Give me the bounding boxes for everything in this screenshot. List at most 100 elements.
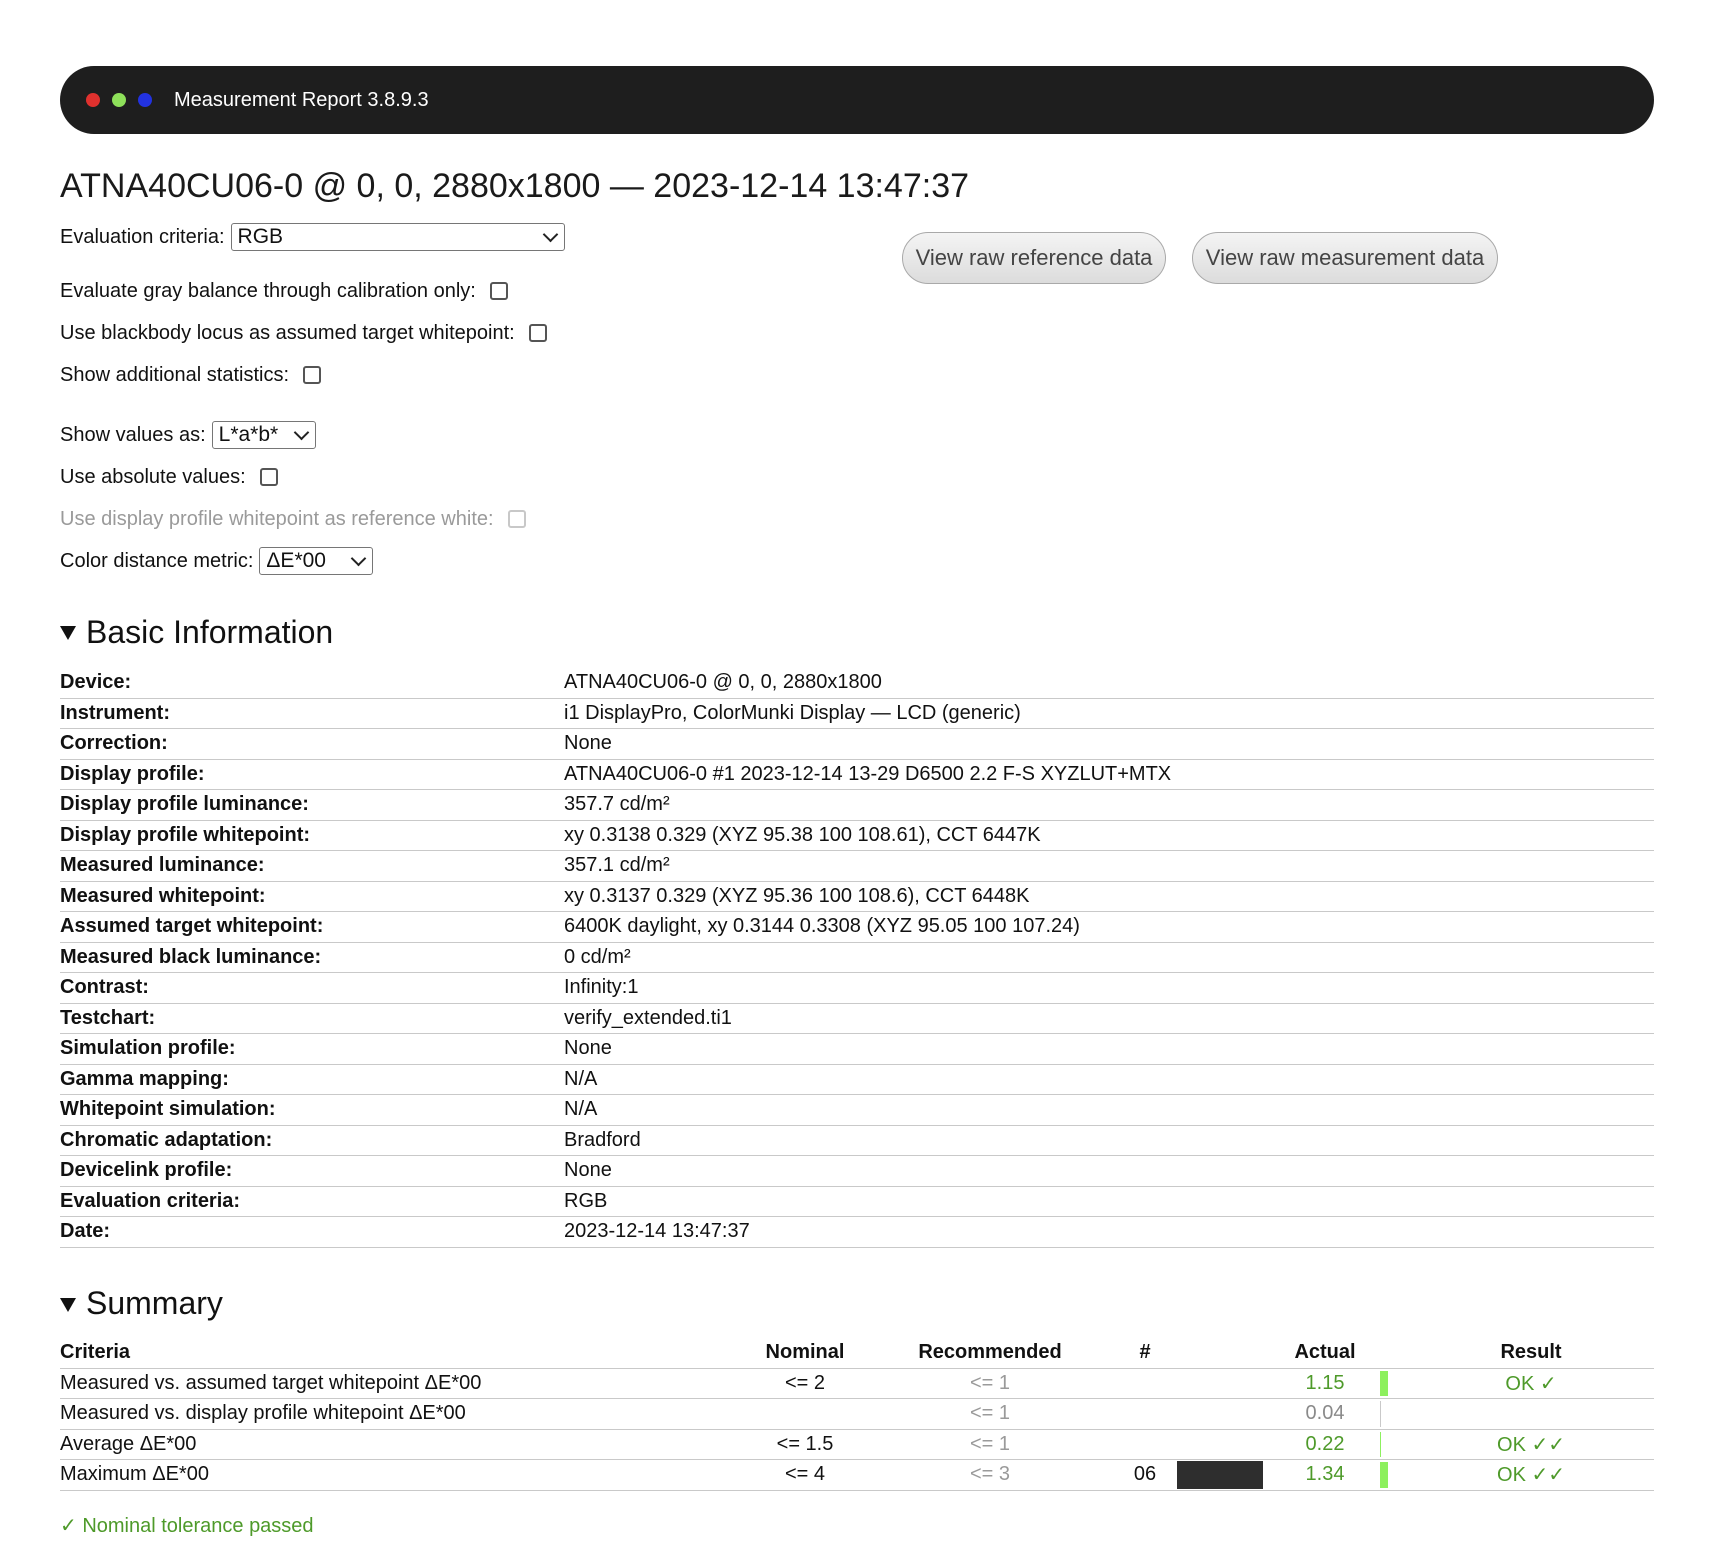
info-row: Measured whitepoint: xy 0.3137 0.329 (XYZ… bbox=[60, 881, 1654, 912]
profile-whitepoint-checkbox bbox=[507, 510, 526, 528]
expanded-triangle-icon bbox=[60, 1297, 76, 1312]
summary-recommended: <= 1 bbox=[860, 1398, 1120, 1430]
col-swatch bbox=[1170, 1337, 1270, 1369]
basic-information-table: Device: ATNA40CU06-0 @ 0, 0, 2880x1800 Ins… bbox=[60, 668, 1654, 1248]
chevron-down-icon bbox=[542, 226, 558, 243]
info-value: Infinity:1 bbox=[564, 972, 1654, 1004]
info-key: Instrument: bbox=[60, 698, 564, 729]
info-row: Devicelink profile: None bbox=[60, 1155, 1654, 1187]
summary-swatch bbox=[1170, 1398, 1270, 1430]
show-values-select[interactable]: L*a*b* bbox=[211, 421, 316, 449]
col-result: Result bbox=[1408, 1337, 1654, 1369]
summary-actual: 1.15 bbox=[1270, 1368, 1380, 1399]
evaluation-criteria-select[interactable]: RGB bbox=[230, 223, 565, 251]
info-row: Measured black luminance: 0 cd/m² bbox=[60, 942, 1654, 973]
close-window-button[interactable] bbox=[86, 93, 100, 107]
additional-stats-checkbox[interactable] bbox=[303, 366, 322, 384]
view-raw-reference-button[interactable]: View raw reference data bbox=[902, 232, 1166, 284]
info-row: Measured luminance: 357.1 cd/m² bbox=[60, 850, 1654, 882]
info-value: 2023-12-14 13:47:37 bbox=[564, 1216, 1654, 1248]
report-controls: Evaluation criteria: RGB View raw refere… bbox=[60, 222, 1654, 612]
summary-number bbox=[1120, 1429, 1170, 1460]
col-criteria: Criteria bbox=[60, 1337, 750, 1369]
evaluation-criteria-label: Evaluation criteria: bbox=[60, 225, 225, 248]
color-swatch bbox=[1177, 1460, 1263, 1489]
summary-result bbox=[1408, 1398, 1654, 1430]
summary-bar bbox=[1380, 1368, 1408, 1399]
summary-row: Measured vs. display profile whitepoint … bbox=[60, 1398, 1654, 1430]
window-title: Measurement Report 3.8.9.3 bbox=[174, 88, 429, 111]
info-value: xy 0.3137 0.329 (XYZ 95.36 100 108.6), C… bbox=[564, 881, 1654, 912]
summary-nominal: <= 2 bbox=[750, 1368, 860, 1399]
col-actual: Actual bbox=[1270, 1337, 1380, 1369]
summary-result: OK ✓✓ bbox=[1408, 1429, 1654, 1460]
summary-swatch bbox=[1170, 1368, 1270, 1399]
info-key: Assumed target whitepoint: bbox=[60, 911, 564, 943]
info-key: Display profile luminance: bbox=[60, 789, 564, 821]
info-row: Display profile whitepoint: xy 0.3138 0.3… bbox=[60, 820, 1654, 851]
info-row: Instrument: i1 DisplayPro, ColorMunki Dis… bbox=[60, 698, 1654, 729]
gray-balance-row: Evaluate gray balance through calibratio… bbox=[60, 276, 508, 306]
absolute-values-row: Use absolute values: bbox=[60, 462, 278, 492]
additional-stats-label: Show additional statistics: bbox=[60, 363, 290, 386]
gray-balance-label: Evaluate gray balance through calibratio… bbox=[60, 279, 476, 302]
report-title: ATNA40CU06-0 @ 0, 0, 2880x1800 — 2023-12… bbox=[60, 167, 970, 205]
info-row: Assumed target whitepoint: 6400K daylight… bbox=[60, 911, 1654, 943]
info-key: Device: bbox=[60, 668, 564, 699]
deviation-bar bbox=[1380, 1401, 1381, 1427]
info-key: Correction: bbox=[60, 728, 564, 760]
blackbody-label: Use blackbody locus as assumed target wh… bbox=[60, 321, 515, 344]
minimize-window-button[interactable] bbox=[112, 93, 126, 107]
info-key: Simulation profile: bbox=[60, 1033, 564, 1065]
blackbody-checkbox[interactable] bbox=[528, 324, 547, 342]
deviation-bar bbox=[1380, 1431, 1382, 1457]
deviation-bar bbox=[1380, 1462, 1388, 1488]
report-page: Measurement Report 3.8.9.3 ATNA40CU06-0 … bbox=[60, 66, 1654, 1538]
absolute-values-label: Use absolute values: bbox=[60, 465, 246, 488]
summary-header-row: Criteria Nominal Recommended # Actual Re… bbox=[60, 1337, 1654, 1369]
view-raw-measurement-button[interactable]: View raw measurement data bbox=[1192, 232, 1498, 284]
maximize-window-button[interactable] bbox=[138, 93, 152, 107]
info-key: Date: bbox=[60, 1216, 564, 1248]
summary-criteria: Measured vs. display profile whitepoint … bbox=[60, 1398, 750, 1430]
show-values-row: Show values as: L*a*b* bbox=[60, 420, 316, 450]
show-values-value: L*a*b* bbox=[218, 423, 279, 446]
col-number: # bbox=[1120, 1337, 1170, 1369]
gray-balance-checkbox[interactable] bbox=[489, 282, 508, 300]
absolute-values-checkbox[interactable] bbox=[259, 468, 278, 486]
summary-result: OK ✓ bbox=[1408, 1368, 1654, 1399]
info-row: Simulation profile: None bbox=[60, 1033, 1654, 1065]
summary-toggle[interactable]: Summary bbox=[60, 1284, 1654, 1324]
summary-nominal: <= 1.5 bbox=[750, 1429, 860, 1460]
info-row: Device: ATNA40CU06-0 @ 0, 0, 2880x1800 bbox=[60, 668, 1654, 699]
basic-information-toggle[interactable]: Basic Information bbox=[60, 612, 1654, 652]
summary-bar bbox=[1380, 1398, 1408, 1430]
info-value: 357.1 cd/m² bbox=[564, 850, 1654, 882]
info-value: i1 DisplayPro, ColorMunki Display — LCD … bbox=[564, 698, 1654, 729]
info-key: Whitepoint simulation: bbox=[60, 1094, 564, 1126]
summary-number bbox=[1120, 1368, 1170, 1399]
color-distance-select[interactable]: ΔE*00 bbox=[259, 547, 374, 575]
info-key: Devicelink profile: bbox=[60, 1155, 564, 1187]
info-row: Correction: None bbox=[60, 728, 1654, 760]
summary-actual: 1.34 bbox=[1270, 1459, 1380, 1491]
info-key: Evaluation criteria: bbox=[60, 1186, 564, 1217]
info-value: ATNA40CU06-0 #1 2023-12-14 13-29 D6500 2… bbox=[564, 759, 1654, 790]
profile-whitepoint-row: Use display profile whitepoint as refere… bbox=[60, 504, 526, 534]
summary-heading: Summary bbox=[86, 1285, 223, 1321]
info-key: Gamma mapping: bbox=[60, 1064, 564, 1095]
summary-table: Criteria Nominal Recommended # Actual Re… bbox=[60, 1337, 1654, 1491]
summary-criteria: Average ΔE*00 bbox=[60, 1429, 750, 1460]
info-key: Display profile whitepoint: bbox=[60, 820, 564, 851]
summary-criteria: Measured vs. assumed target whitepoint Δ… bbox=[60, 1368, 750, 1399]
blackbody-row: Use blackbody locus as assumed target wh… bbox=[60, 318, 547, 348]
evaluation-criteria-row: Evaluation criteria: RGB bbox=[60, 222, 565, 252]
info-value: None bbox=[564, 1033, 1654, 1065]
summary-number bbox=[1120, 1398, 1170, 1430]
summary-recommended: <= 1 bbox=[860, 1368, 1120, 1399]
info-value: ATNA40CU06-0 @ 0, 0, 2880x1800 bbox=[564, 668, 1654, 699]
summary-actual: 0.22 bbox=[1270, 1429, 1380, 1460]
show-values-label: Show values as: bbox=[60, 423, 206, 446]
summary-row: Average ΔE*00 <= 1.5 <= 1 0.22 OK ✓✓ bbox=[60, 1429, 1654, 1460]
summary-bar bbox=[1380, 1459, 1408, 1491]
